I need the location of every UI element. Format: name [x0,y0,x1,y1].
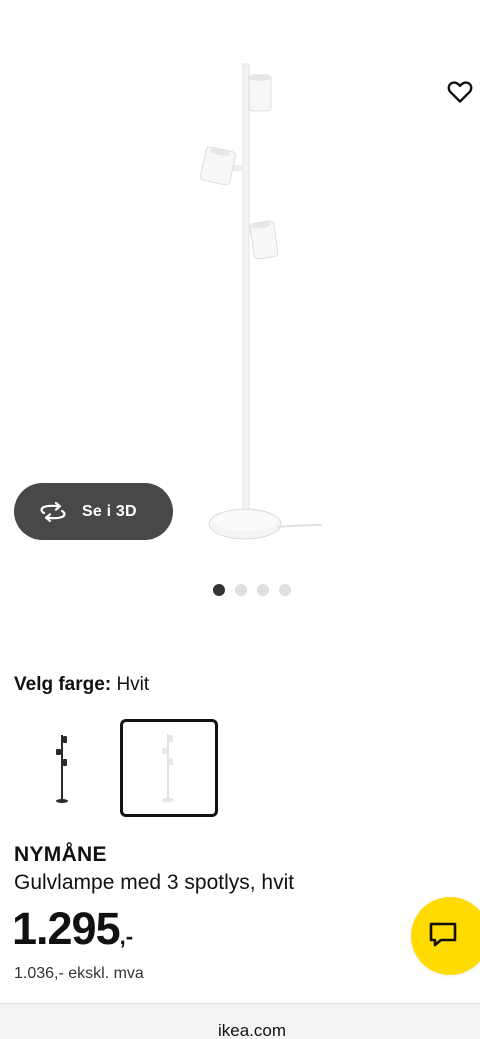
product-gallery[interactable]: Se i 3D [0,0,480,620]
product-name: NYMÅNE [14,843,107,866]
white-lamp-thumbnail [162,734,174,802]
price-ex-vat: 1.036,- ekskl. mva [14,965,144,982]
product-description: Gulvlampe med 3 spotlys, hvit [14,871,295,894]
product-price: 1.295,- [12,903,133,955]
color-selection-label: Velg farge: Hvit [14,674,149,696]
pagination-dot[interactable] [278,584,291,596]
view-3d-label: Se i 3D [82,502,137,520]
color-swatch-black[interactable] [14,719,112,817]
rotate-3d-icon [40,501,66,522]
price-amount: 1.295 [12,903,121,954]
pagination-dot[interactable] [256,584,269,596]
black-lamp-thumbnail [56,735,68,803]
favourite-button[interactable] [440,72,480,112]
price-suffix: ,- [119,924,134,949]
view-3d-button[interactable]: Se i 3D [14,483,173,540]
gallery-pagination [0,584,480,598]
color-selection-value: Hvit [116,674,150,695]
pagination-dot[interactable] [234,584,247,596]
color-selection-key: Velg farge: [14,674,112,695]
url-text: ikea.com [217,1020,287,1039]
pagination-dot-active[interactable] [212,584,225,596]
heart-icon [447,81,473,103]
browser-url-bar[interactable]: ikea.com [0,1003,480,1039]
chat-button[interactable] [411,897,480,975]
chat-icon [429,922,457,946]
color-swatch-white[interactable] [120,719,218,817]
